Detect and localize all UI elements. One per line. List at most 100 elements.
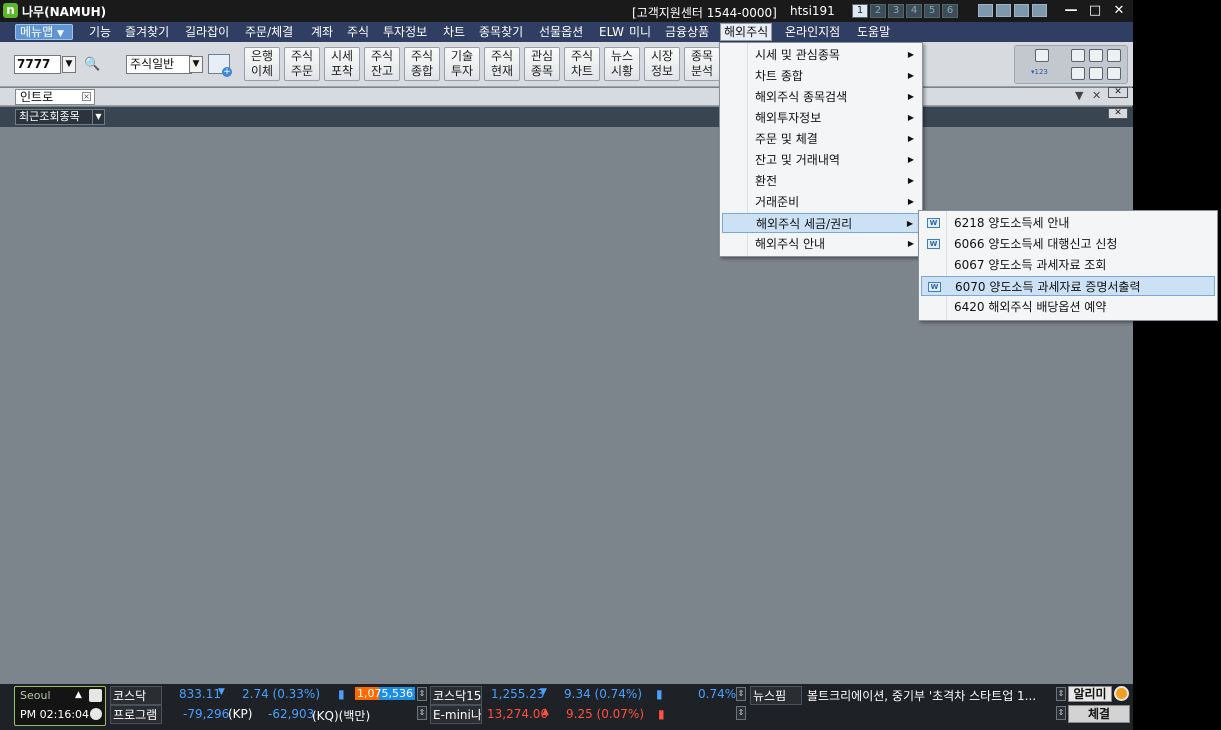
scroll-icon[interactable]: ⇕ [736, 706, 746, 720]
search-icon[interactable]: 🔍 [84, 57, 100, 73]
toolbar: 7777 ▼ 🔍 주식일반 ▼ 은행 이체 주식 주문 시세 포착 주식 잔고 … [0, 42, 1133, 87]
menu-item-quotes-watchlist[interactable]: 시세 및 관심종목 ▶ [722, 45, 920, 65]
stock-current-button[interactable]: 주식 현재 [484, 47, 520, 81]
submenu-item-6067[interactable]: 6067 양도소득 과세자료 조회 [921, 255, 1215, 275]
scroll-icon[interactable]: ⇕ [1056, 706, 1066, 720]
menu-item-guide[interactable]: 해외주식 안내 ▶ [722, 234, 920, 254]
submenu-item-6066[interactable]: W 6066 양도소득세 대행신고 신청 [921, 234, 1215, 254]
menu-item-tax-rights[interactable]: 해외주식 세금/권리 ▶ [722, 213, 920, 233]
menu-elw[interactable]: ELW [599, 24, 624, 40]
menu-stock-search[interactable]: 종목찾기 [479, 24, 523, 40]
maximize-icon[interactable]: □ [1084, 2, 1106, 20]
scroll-icon[interactable]: ⇕ [1056, 687, 1066, 701]
globe-icon[interactable] [1089, 49, 1103, 62]
menu-guide[interactable]: 길라잡이 [185, 24, 229, 40]
menu-item-exchange[interactable]: 환전 ▶ [722, 171, 920, 191]
close-icon[interactable]: ✕ [1108, 108, 1128, 119]
home-icon[interactable] [1107, 67, 1121, 80]
menu-function[interactable]: 기능 [89, 24, 111, 40]
menu-online-branch[interactable]: 온라인지점 [785, 24, 840, 40]
program-kp-value: -79,296 [183, 707, 230, 721]
alrimi-button[interactable]: 알리미 [1068, 686, 1112, 702]
execution-button[interactable]: 체결 [1068, 705, 1130, 723]
program-kp-unit: (KP) [228, 707, 253, 721]
clock-icon[interactable] [90, 708, 102, 720]
menu-futures-options[interactable]: 선물옵션 [539, 24, 583, 40]
menu-investment-info[interactable]: 투자정보 [383, 24, 427, 40]
scroll-icon[interactable]: ⇕ [736, 687, 746, 701]
monitor-icon[interactable] [978, 4, 993, 17]
watchlist-button[interactable]: 관심 종목 [524, 47, 560, 81]
menu-item-investment-info[interactable]: 해외투자정보 ▶ [722, 108, 920, 128]
screen-tab-2[interactable]: 2 [870, 4, 886, 18]
code-dropdown-button[interactable]: ▼ [62, 56, 76, 73]
close-icon[interactable]: ✕ [1092, 89, 1101, 102]
menu-mini[interactable]: 미니 [629, 24, 651, 40]
screen-tab-4[interactable]: 4 [906, 4, 922, 18]
close-icon[interactable]: ✕ [1108, 87, 1128, 98]
menu-item-chart-overview[interactable]: 차트 종합 ▶ [722, 66, 920, 86]
kosdaq-volume-value: 1,075,536 [357, 687, 413, 700]
scroll-icon[interactable]: ⇕ [417, 706, 427, 720]
sub-123-label[interactable]: ▾123 [1031, 68, 1048, 76]
submenu-item-6420[interactable]: 6420 해외주식 배당옵션 예약 [921, 297, 1215, 317]
gear-icon[interactable] [1114, 686, 1129, 701]
price-capture-button[interactable]: 시세 포착 [324, 47, 360, 81]
stock-code-input[interactable]: 7777 [14, 55, 61, 74]
menu-financial-products[interactable]: 금융상품 [665, 24, 709, 40]
menu-order[interactable]: 주문/체결 [245, 24, 293, 40]
technical-investment-button[interactable]: 기술 투자 [444, 47, 480, 81]
stock-type-select[interactable]: 주식일반 [126, 55, 192, 74]
close-icon[interactable]: × [82, 92, 91, 101]
print-icon[interactable] [1071, 49, 1085, 62]
world-clock[interactable]: Seoul ▲ PM 02:16:04 [14, 686, 106, 726]
stock-order-button[interactable]: 주식 주문 [284, 47, 320, 81]
stock-overview-button[interactable]: 주식 종합 [404, 47, 440, 81]
menu-stock[interactable]: 주식 [347, 24, 369, 40]
market-info-button[interactable]: 시장 정보 [644, 47, 680, 81]
menu-overseas-stock[interactable]: 해외주식 [720, 23, 773, 41]
camera-icon[interactable] [1035, 49, 1049, 62]
news-headline[interactable]: 볼트크리에이션, 중기부 '초격차 스타트업 1... [807, 687, 1055, 704]
screen-tab-3[interactable]: 3 [888, 4, 904, 18]
screen-tab-6[interactable]: 6 [942, 4, 958, 18]
type-dropdown-button[interactable]: ▼ [189, 56, 203, 73]
menu-item-order-execution[interactable]: 주문 및 체결 ▶ [722, 129, 920, 149]
menumap-button[interactable]: 메뉴맵 ▼ [15, 24, 73, 40]
stock-balance-button[interactable]: 주식 잔고 [364, 47, 400, 81]
menu-favorites[interactable]: 즐겨찾기 [125, 24, 169, 40]
menu-chart[interactable]: 차트 [443, 24, 465, 40]
thumbs-up-icon[interactable] [89, 689, 102, 702]
new-window-icon[interactable] [208, 54, 232, 77]
calculator-icon[interactable] [1089, 67, 1103, 80]
chevron-right-icon: ▶ [907, 197, 914, 206]
menu-account[interactable]: 계좌 [311, 24, 333, 40]
recent-stocks-dropdown[interactable]: 최근조회종목 ▼ [15, 109, 105, 125]
submenu-item-6218[interactable]: W 6218 양도소득세 안내 [921, 213, 1215, 233]
menu-item-trade-prep[interactable]: 거래준비 ▶ [722, 192, 920, 212]
menu-item-balance-history[interactable]: 잔고 및 거래내역 ▶ [722, 150, 920, 170]
refresh-icon[interactable] [1071, 67, 1085, 80]
monitor-icon[interactable] [1032, 4, 1047, 17]
screen-tab-1[interactable]: 1 [852, 4, 868, 18]
minimize-icon[interactable]: — [1060, 2, 1082, 20]
menu-help[interactable]: 도움말 [857, 24, 890, 40]
monitor-icon[interactable] [1014, 4, 1029, 17]
news-market-button[interactable]: 뉴스 시황 [604, 47, 640, 81]
monitor-icon[interactable] [996, 4, 1011, 17]
scroll-icon[interactable]: ⇕ [417, 687, 427, 701]
chevron-right-icon: ▶ [907, 71, 914, 80]
stock-analysis-button[interactable]: 종목 분석 [684, 47, 720, 81]
triangle-up-icon[interactable]: ▲ [75, 690, 82, 700]
chevron-right-icon: ▶ [907, 239, 914, 248]
collapse-icon[interactable]: ▼ [1075, 89, 1083, 102]
bank-transfer-button[interactable]: 은행 이체 [244, 47, 280, 81]
lock-icon[interactable] [1107, 49, 1121, 62]
screen-tab-5[interactable]: 5 [924, 4, 940, 18]
submenu-item-6070[interactable]: W 6070 양도소득 과세자료 증명서출력 [921, 276, 1215, 296]
close-icon[interactable]: ✕ [1108, 2, 1130, 20]
stock-chart-button[interactable]: 주식 차트 [564, 47, 600, 81]
tab-intro[interactable]: 인트로 × [15, 89, 95, 105]
user-id: htsi191 [790, 4, 835, 18]
menu-item-stock-search[interactable]: 해외주식 종목검색 ▶ [722, 87, 920, 107]
